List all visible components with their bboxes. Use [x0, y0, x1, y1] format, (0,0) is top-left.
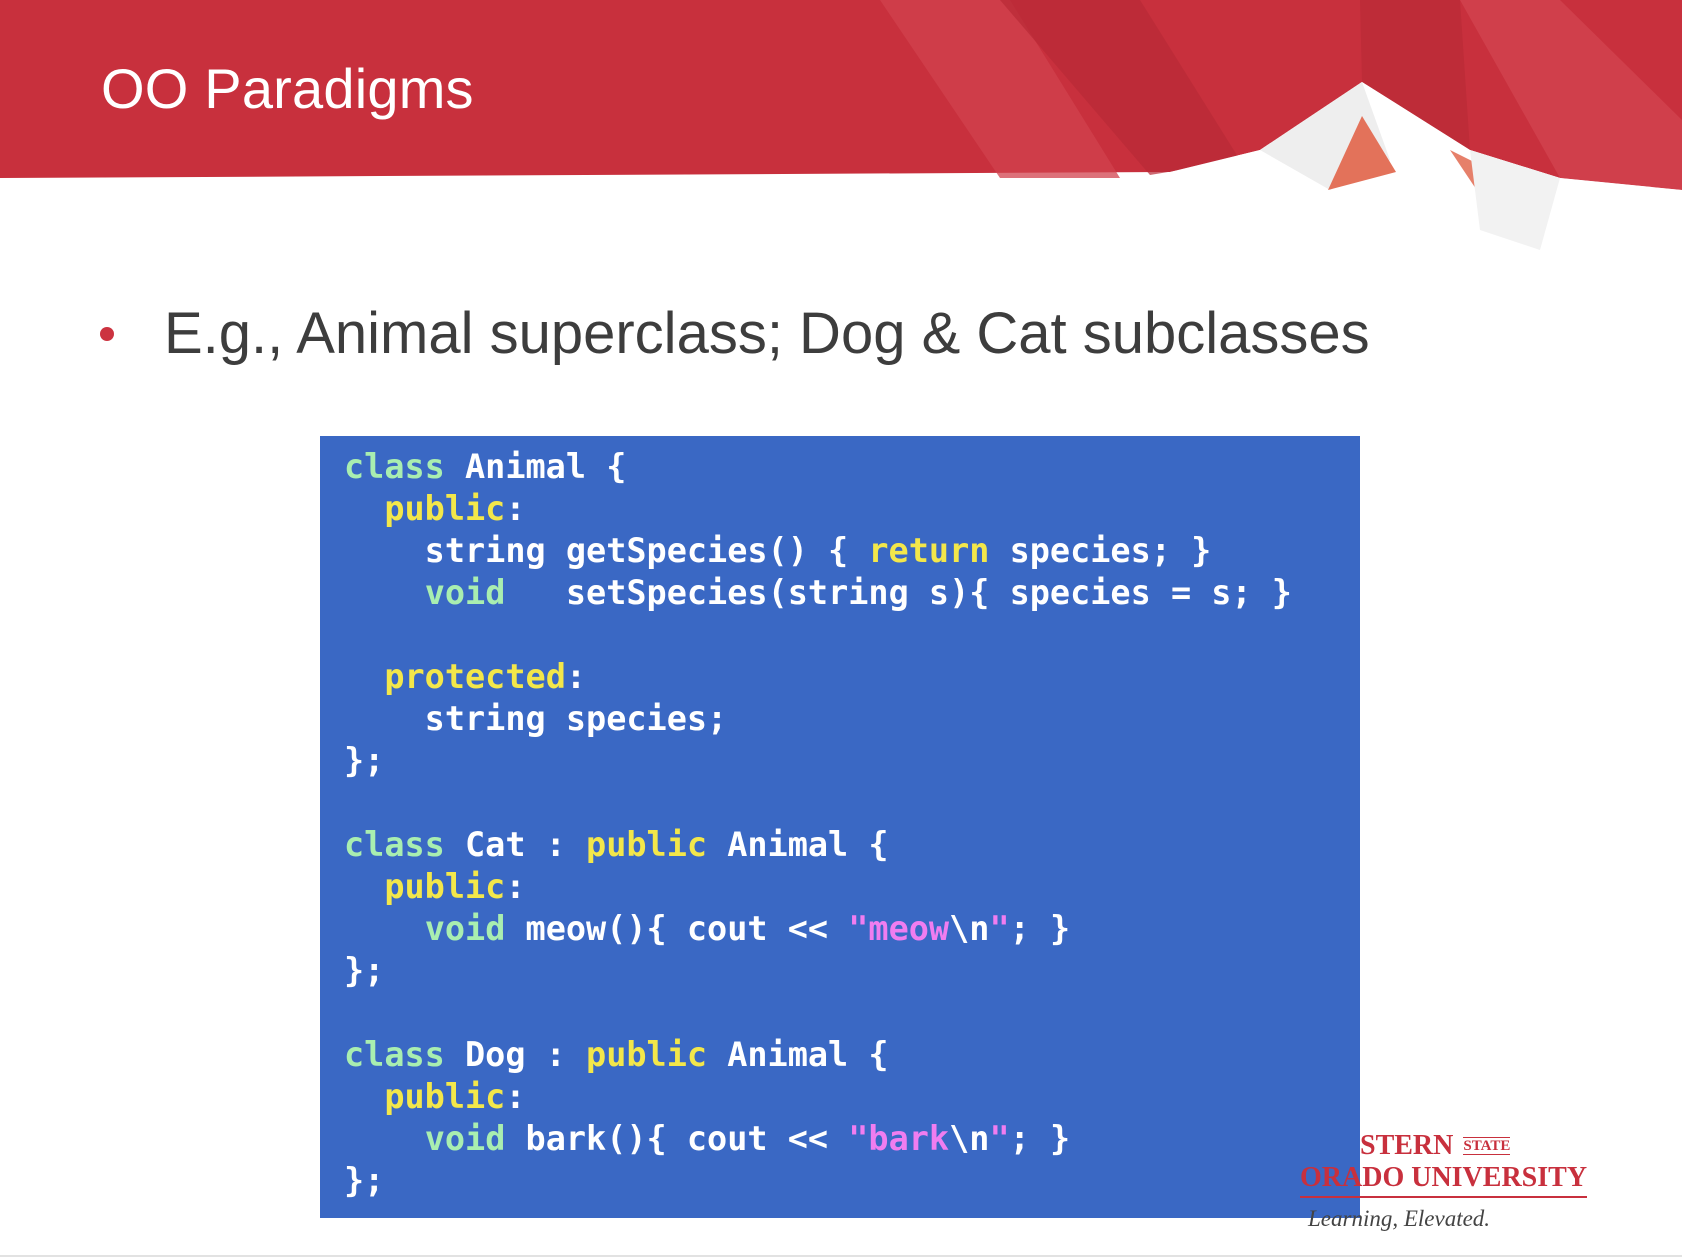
code-token: class: [344, 825, 445, 864]
logo-tagline: Learning, Elevated.: [1308, 1206, 1491, 1231]
code-token: Animal {: [444, 447, 627, 486]
code-line: class Cat : public Animal {: [344, 824, 1292, 866]
university-logo: STERN STATE ORADO UNIVERSITY Learning, El…: [1300, 1130, 1640, 1231]
code-token: \n: [949, 909, 990, 948]
code-line: class Animal {: [344, 446, 1292, 488]
code-line: };: [344, 950, 1292, 992]
code-token: public: [586, 1035, 708, 1074]
code-token: :: [505, 489, 526, 528]
logo-wordmark-top: STERN: [1360, 1130, 1454, 1161]
code-token: ": [989, 909, 1010, 948]
code-token: return: [868, 531, 990, 570]
code-line: };: [344, 1160, 1292, 1202]
code-token: void: [424, 909, 506, 948]
code-token: "meow: [848, 909, 950, 948]
code-line: string getSpecies() { return species; }: [344, 530, 1292, 572]
code-token: ; }: [1009, 1119, 1071, 1158]
code-token: public: [586, 825, 708, 864]
bullet-dot-icon: [100, 326, 114, 341]
logo-state: STATE: [1463, 1137, 1511, 1155]
code-token: string species;: [344, 699, 728, 738]
code-token: public: [384, 1077, 506, 1116]
logo-wordmark-bottom: ORADO UNIVERSITY: [1300, 1162, 1588, 1198]
bullet-item: E.g., Animal superclass; Dog & Cat subcl…: [100, 300, 1370, 367]
bullet-text: E.g., Animal superclass; Dog & Cat subcl…: [164, 301, 1370, 366]
code-token: };: [344, 1161, 385, 1200]
code-token: class: [344, 447, 445, 486]
code-token: meow(){ cout <<: [505, 909, 849, 948]
code-token: \n: [949, 1119, 990, 1158]
code-token: Dog :: [444, 1035, 587, 1074]
code-token: :: [565, 657, 587, 696]
code-token: };: [344, 951, 385, 990]
code-line: public:: [344, 1076, 1292, 1118]
code-token: public: [384, 867, 506, 906]
code-token: :: [505, 1077, 526, 1116]
code-line: public:: [344, 488, 1292, 530]
code-token: species; }: [989, 531, 1212, 570]
code-token: "bark: [848, 1119, 950, 1158]
code-token: void: [424, 573, 506, 612]
code-token: Cat :: [444, 825, 587, 864]
header-mountain-banner: [0, 0, 1682, 260]
code-token: class: [344, 1035, 445, 1074]
code-line: };: [344, 740, 1292, 782]
code-line: protected:: [344, 656, 1292, 698]
code-line: void bark(){ cout << "bark\n"; }: [344, 1118, 1292, 1160]
code-lines: class Animal { public: string getSpecies…: [344, 446, 1292, 1202]
slide-title: OO Paradigms: [101, 57, 474, 120]
code-snippet: class Animal { public: string getSpecies…: [320, 436, 1360, 1218]
code-line: string species;: [344, 698, 1292, 740]
code-line: class Dog : public Animal {: [344, 1034, 1292, 1076]
code-token: protected: [384, 657, 566, 696]
code-line: void meow(){ cout << "meow\n"; }: [344, 908, 1292, 950]
code-line: void setSpecies(string s){ species = s; …: [344, 572, 1292, 614]
logo-line-1: STERN STATE: [1360, 1130, 1511, 1162]
code-token: Animal {: [707, 825, 889, 864]
code-token: bark(){ cout <<: [505, 1119, 849, 1158]
code-token: ; }: [1009, 909, 1071, 948]
code-token: string getSpecies() {: [344, 531, 869, 570]
code-token: Animal {: [707, 1035, 889, 1074]
slide-bottom-divider: [0, 1255, 1682, 1257]
slide-header: OO Paradigms: [0, 0, 1682, 260]
code-token: public: [384, 489, 506, 528]
code-token: :: [505, 867, 526, 906]
code-token: ": [989, 1119, 1010, 1158]
code-token: void: [424, 1119, 506, 1158]
code-line: public:: [344, 866, 1292, 908]
code-token: setSpecies(string s){ species = s; }: [505, 573, 1292, 612]
code-token: };: [344, 741, 385, 780]
